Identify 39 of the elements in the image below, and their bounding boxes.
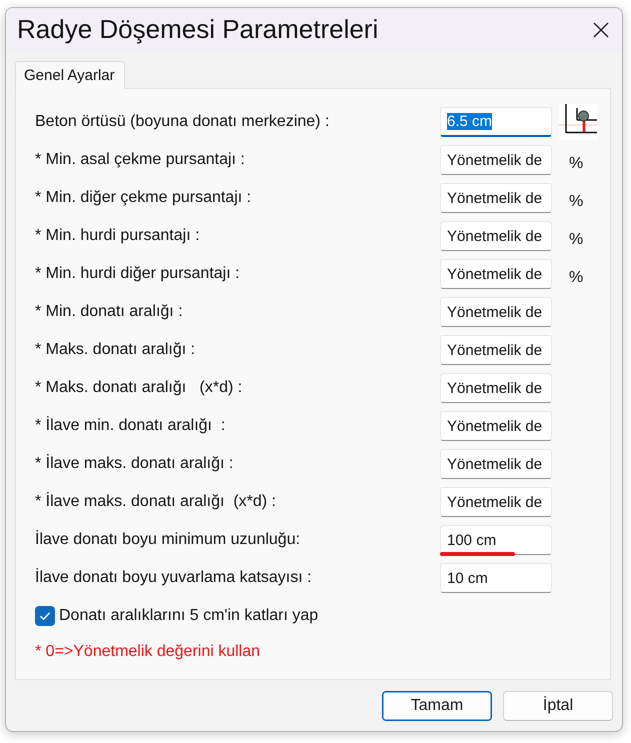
unit-label: % <box>569 268 584 286</box>
text-field[interactable]: 6.5 cm <box>440 107 552 137</box>
text-field[interactable]: Yönetmelik de <box>440 183 552 213</box>
checkbox-label[interactable]: Donatı aralıklarını 5 cm'in katları yap <box>59 607 318 625</box>
field-label: * İlave maks. donatı aralığı : <box>35 455 234 473</box>
field-label: * Min. donatı aralığı : <box>35 303 183 321</box>
text-field[interactable]: Yönetmelik de <box>440 335 552 365</box>
field-label: İlave donatı boyu yuvarlama katsayısı : <box>35 569 312 587</box>
field-label: * İlave min. donatı aralığı : <box>35 417 226 435</box>
note-text: * 0=>Yönetmelik değerini kullan <box>35 642 260 662</box>
text-field[interactable]: 100 cm <box>440 525 552 555</box>
field-label: * Min. hurdi pursantajı : <box>35 227 200 245</box>
field-label: * Min. asal çekme pursantajı : <box>35 151 245 169</box>
field-label: * Maks. donatı aralığı (x*d) : <box>35 379 242 397</box>
window-title: Radye Döşemesi Parametreleri <box>17 14 378 45</box>
unit-label: % <box>569 192 584 210</box>
close-icon <box>593 22 609 38</box>
text-field[interactable]: Yönetmelik de <box>440 297 552 327</box>
dialog-button[interactable]: Tamam <box>382 691 492 721</box>
text-field[interactable]: Yönetmelik de <box>440 259 552 289</box>
field-label: * Min. diğer çekme pursantajı : <box>35 189 252 207</box>
text-field[interactable]: Yönetmelik de <box>440 487 552 517</box>
unit-label: % <box>569 154 584 172</box>
field-label: Beton örtüsü (boyuna donatı merkezine) : <box>35 113 330 131</box>
text-field[interactable]: Yönetmelik de <box>440 373 552 403</box>
text-field[interactable]: Yönetmelik de <box>440 221 552 251</box>
rebar-section-icon <box>559 104 597 140</box>
dialog-button[interactable]: İptal <box>503 691 613 721</box>
field-label: * İlave maks. donatı aralığı (x*d) : <box>35 493 276 511</box>
unit-label: % <box>569 230 584 248</box>
text-field[interactable]: 10 cm <box>440 563 552 593</box>
text-field[interactable]: Yönetmelik de <box>440 449 552 479</box>
field-label: * Min. hurdi diğer pursantajı : <box>35 265 240 283</box>
checkbox[interactable] <box>35 606 55 626</box>
field-label: İlave donatı boyu minimum uzunluğu: <box>35 531 300 549</box>
text-field[interactable]: Yönetmelik de <box>440 145 552 175</box>
tab[interactable]: Genel Ayarlar <box>15 61 125 89</box>
field-label: * Maks. donatı aralığı : <box>35 341 196 359</box>
text-field[interactable]: Yönetmelik de <box>440 411 552 441</box>
